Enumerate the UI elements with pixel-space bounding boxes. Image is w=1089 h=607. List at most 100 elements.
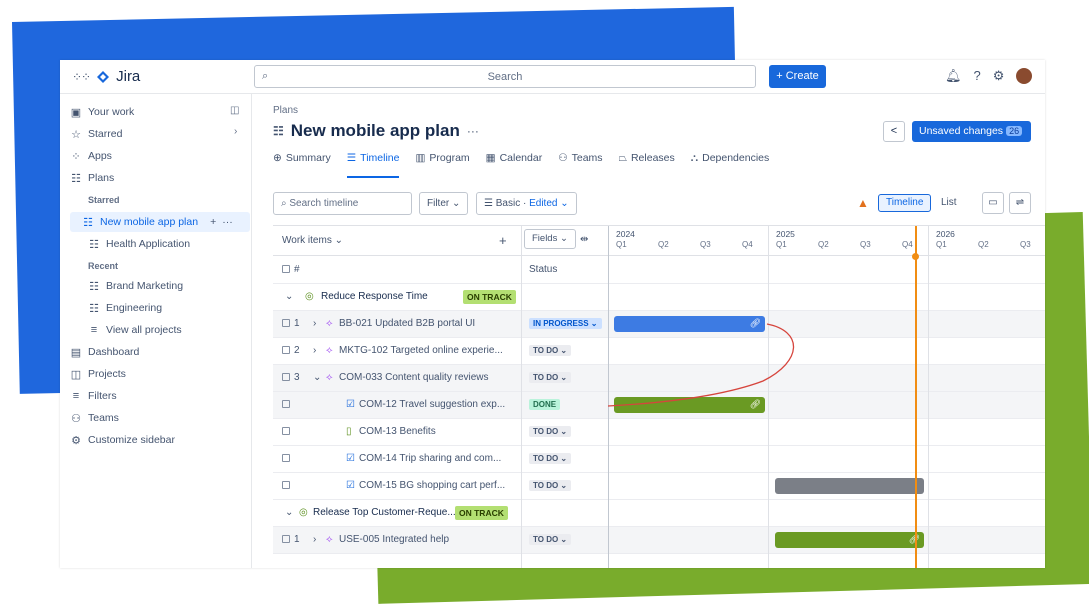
status-lozenge[interactable]: TO DO ⌄ (529, 453, 572, 464)
sidebar-item-view-all-projects[interactable]: ≡ View all projects (88, 321, 182, 339)
tab-timeline[interactable]: ☰ Timeline (346, 152, 400, 178)
status-lozenge[interactable]: TO DO ⌄ (529, 534, 572, 545)
jira-logo[interactable]: ⁘⁘ Jira (72, 68, 140, 85)
work-item-title[interactable]: BB-021 Updated B2B portal UI (339, 318, 475, 329)
warning-icon[interactable]: ▲ (857, 196, 869, 210)
chevron-down-icon[interactable]: ⌄ (313, 372, 321, 383)
sidebar-item-filters[interactable]: ≡ Filters (70, 387, 117, 405)
tab-calendar[interactable]: ▦ Calendar (486, 152, 543, 178)
help-icon[interactable]: ? (974, 68, 981, 84)
column-divider[interactable] (521, 226, 522, 568)
year-2024: 2024 (616, 229, 635, 239)
program-icon: ▥ (415, 152, 426, 164)
chevron-right-icon[interactable]: › (313, 345, 316, 356)
fields-button[interactable]: Fields ⌄ (524, 229, 576, 249)
sidebar-item-brand-marketing[interactable]: ☷ Brand Marketing (88, 277, 183, 295)
row-checkbox[interactable] (282, 480, 294, 491)
tab-program[interactable]: ▥ Program (415, 152, 469, 178)
global-search-input[interactable]: ⌕ Search (254, 65, 756, 88)
row-checkbox[interactable]: 2 (282, 345, 300, 356)
timeline-bar[interactable]: 🔗︎ (775, 532, 924, 548)
sidebar-item-teams[interactable]: ⚇ Teams (70, 409, 119, 427)
table-row[interactable]: ☑ COM-14 Trip sharing and com... TO DO ⌄ (273, 446, 1045, 473)
status-lozenge[interactable]: TO DO ⌄ (529, 480, 572, 491)
row-checkbox[interactable] (282, 426, 294, 437)
sidebar-item-apps[interactable]: ⁘ Apps (70, 147, 112, 165)
more-icon[interactable]: ··· (222, 216, 233, 228)
filter-button[interactable]: Filter ⌄ (419, 192, 469, 215)
status-lozenge[interactable]: TO DO ⌄ (529, 372, 572, 383)
select-all-checkbox[interactable]: # (282, 264, 300, 275)
status-lozenge[interactable]: IN PROGRESS ⌄ (529, 318, 602, 329)
row-checkbox[interactable]: 1 (282, 318, 300, 329)
sidebar: ▣ Your work ◫ ☆ Starred › ⁘ Apps ☷ Plans Sta… (60, 94, 252, 568)
sliders-icon[interactable]: ⇌ (1009, 192, 1031, 214)
work-item-title[interactable]: COM-14 Trip sharing and com... (359, 453, 501, 464)
work-item-title[interactable]: COM-033 Content quality reviews (339, 372, 489, 383)
timeline-view-toggle[interactable]: Timeline (878, 194, 932, 212)
timeline-search-input[interactable]: ⌕ Search timeline (273, 192, 412, 215)
group-row[interactable]: ⌄ ◎ Reduce Response Time ON TRACK (273, 284, 1045, 311)
plan-tabs: ⊕ Summary ☰ Timeline ▥ Program ▦ Calendar ⚇ T… (273, 152, 769, 178)
row-checkbox[interactable] (282, 453, 294, 464)
breadcrumb[interactable]: Plans (273, 105, 298, 116)
table-row[interactable]: ☑ COM-15 BG shopping cart perf... TO DO … (273, 473, 1045, 500)
row-checkbox[interactable]: 1 (282, 534, 300, 545)
status-lozenge[interactable]: TO DO ⌄ (529, 345, 572, 356)
sidebar-item-plans[interactable]: ☷ Plans (70, 169, 114, 187)
dependency-line[interactable] (603, 311, 803, 421)
sidebar-item-new-mobile-app-plan[interactable]: ☷ New mobile app plan + ··· (82, 213, 233, 231)
add-icon[interactable]: + (210, 216, 216, 228)
work-items-header[interactable]: Work items ⌄ (282, 235, 343, 246)
work-item-title[interactable]: COM-12 Travel suggestion exp... (359, 399, 505, 410)
calendar-icon[interactable]: ▭ (982, 192, 1004, 214)
tab-teams[interactable]: ⚇ Teams (558, 152, 602, 178)
app-switcher-icon[interactable]: ⁘⁘ (72, 70, 91, 84)
quarter-label: Q3 (1020, 240, 1031, 249)
quarter-label: Q1 (776, 240, 787, 249)
work-item-title[interactable]: COM-15 BG shopping cart perf... (359, 480, 505, 491)
sidebar-item-health-application[interactable]: ☷ Health Application (88, 235, 190, 253)
unsaved-changes-button[interactable]: Unsaved changes 26 (912, 121, 1031, 142)
add-item-icon[interactable]: + (499, 233, 507, 248)
row-checkbox[interactable] (282, 399, 294, 410)
status-lozenge[interactable]: TO DO ⌄ (529, 426, 572, 437)
view-settings-button[interactable]: ☰ Basic · Edited ⌄ (476, 192, 577, 215)
title-more-button[interactable]: ··· (467, 124, 479, 138)
timeline-bar[interactable] (775, 478, 924, 494)
sidebar-item-customize-sidebar[interactable]: ⚙ Customize sidebar (70, 431, 175, 449)
your-work-icon: ▣ (70, 106, 82, 119)
avatar[interactable] (1016, 68, 1033, 84)
tab-dependencies[interactable]: ⛬ Dependencies (691, 152, 770, 178)
table-row[interactable]: ▯ COM-13 Benefits TO DO ⌄ (273, 419, 1045, 446)
chevron-right-icon[interactable]: › (234, 126, 237, 137)
create-button[interactable]: + Create (769, 65, 826, 88)
tab-summary[interactable]: ⊕ Summary (273, 152, 331, 178)
list-view-toggle[interactable]: List (941, 194, 957, 212)
sidebar-item-dashboard[interactable]: ▤ Dashboard (70, 343, 140, 361)
tab-releases[interactable]: ⏢ Releases (619, 152, 675, 178)
group-row[interactable]: ⌄ ◎ Release Top Customer-Reque... ON TRA… (273, 500, 1045, 527)
chevron-right-icon[interactable]: › (313, 318, 316, 329)
chevron-right-icon[interactable]: › (313, 534, 316, 545)
sidebar-item-your-work[interactable]: ▣ Your work (70, 103, 135, 121)
status-lozenge[interactable]: DONE (529, 399, 561, 410)
quarter-label: Q3 (860, 240, 871, 249)
work-item-title[interactable]: COM-13 Benefits (359, 426, 436, 437)
sidebar-item-engineering[interactable]: ☷ Engineering (88, 299, 162, 317)
row-checkbox[interactable]: 3 (282, 372, 300, 383)
sidebar-item-projects[interactable]: ◫ Projects (70, 365, 126, 383)
share-button[interactable]: < (883, 121, 905, 142)
work-item-title[interactable]: USE-005 Integrated help (339, 534, 449, 545)
table-row[interactable]: 1 › ⟡ USE-005 Integrated help TO DO ⌄ (273, 527, 1045, 554)
sidebar-panel-icon[interactable]: ◫ (230, 105, 239, 116)
notifications-icon[interactable]: 🔔︎ (945, 68, 962, 84)
chevron-down-icon[interactable]: ⌄ (285, 507, 293, 518)
sidebar-item-starred[interactable]: ☆ Starred (70, 125, 122, 143)
column-resize-icon[interactable]: ⇹ (580, 234, 588, 245)
settings-icon[interactable]: ⚙ (993, 68, 1005, 84)
work-item-title[interactable]: MKTG-102 Targeted online experie... (339, 345, 503, 356)
chevron-down-icon[interactable]: ⌄ (285, 291, 293, 302)
task-icon: ☑ (346, 453, 355, 464)
projects-icon: ◫ (70, 368, 82, 381)
